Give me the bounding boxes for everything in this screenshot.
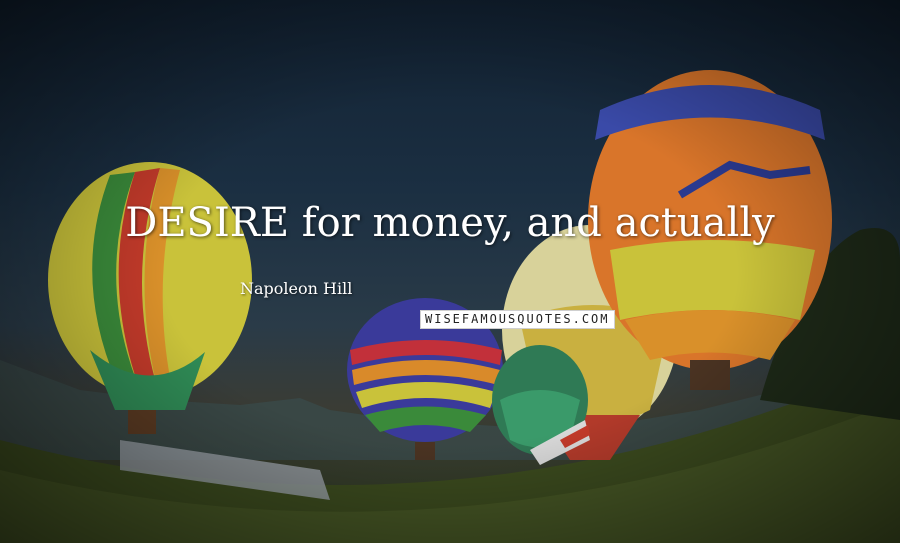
author-name: Napoleon Hill	[240, 279, 353, 298]
watermark-logo: WISEFAMOUSQUOTES.COM	[420, 310, 615, 329]
quote-text: DESIRE for money, and actually	[125, 200, 775, 246]
quote-image: DESIRE for money, and actually Napoleon …	[0, 0, 900, 543]
background-photo	[0, 70, 900, 543]
